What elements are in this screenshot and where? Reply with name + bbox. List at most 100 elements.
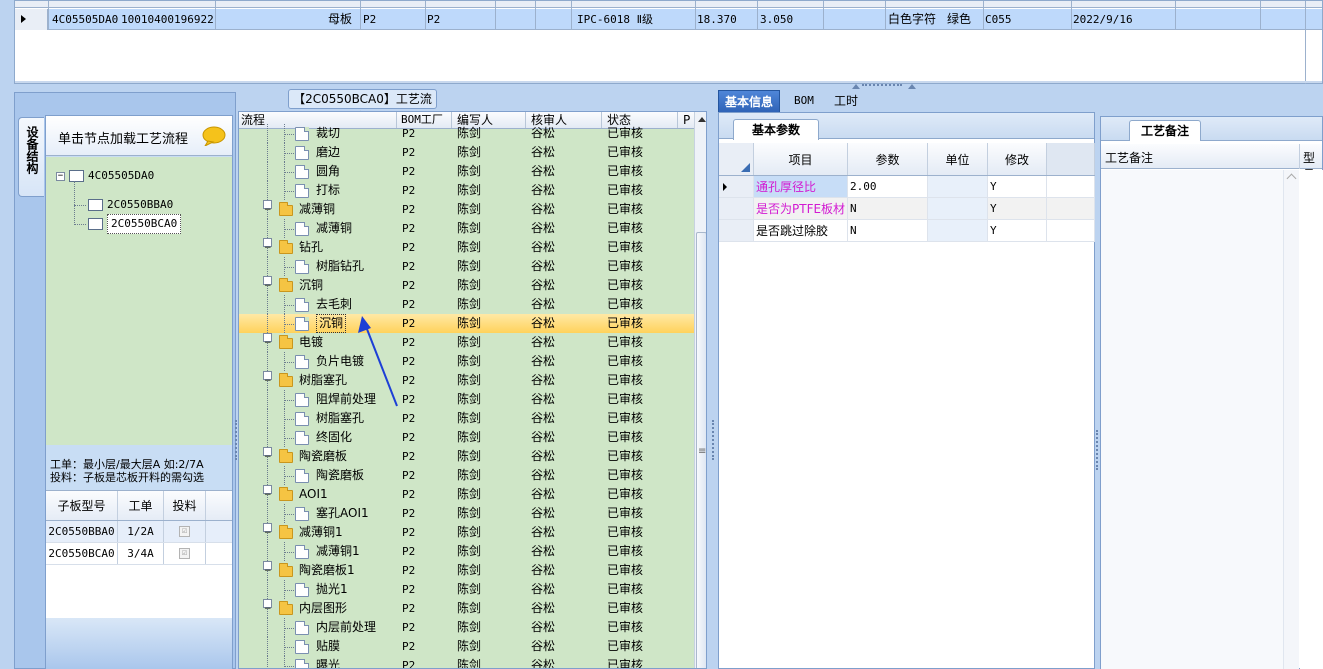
flow-row[interactable]: 内层前处理 P2 陈剑 谷松 已审核 — [239, 618, 694, 637]
flow-row[interactable]: 阻焊前处理 P2 陈剑 谷松 已审核 — [239, 390, 694, 409]
flow-row[interactable]: 沉铜 P2 陈剑 谷松 已审核 — [239, 314, 694, 333]
cell-edit[interactable]: Y — [988, 220, 1047, 241]
collapse-icon[interactable]: − — [263, 447, 272, 462]
flow-row[interactable]: 裁切 P2 陈剑 谷松 已审核 — [239, 124, 694, 143]
table-row[interactable]: 通孔厚径比 2.00 Y — [719, 176, 1095, 198]
flow-row[interactable]: − 树脂塞孔 P2 陈剑 谷松 已审核 — [239, 371, 694, 390]
tree-node-child[interactable]: 2C0550BBA0 — [88, 196, 173, 214]
flow-row[interactable]: − 陶瓷磨板1 P2 陈剑 谷松 已审核 — [239, 561, 694, 580]
cell-value[interactable]: N — [848, 220, 928, 241]
vertical-scrollbar[interactable] — [1283, 170, 1299, 669]
tab-process-remark[interactable]: 工艺备注 — [1129, 120, 1201, 141]
row-indicator[interactable] — [719, 220, 754, 241]
table-row[interactable]: 4C05505DA0 10010400196922 母板 P2 P2 IPC-6… — [15, 9, 1322, 30]
flow-row[interactable]: 终固化 P2 陈剑 谷松 已审核 — [239, 428, 694, 447]
column-header-remark[interactable]: 工艺备注 — [1105, 149, 1153, 166]
tab-basic-info[interactable]: 基本信息 — [718, 90, 781, 112]
flow-row[interactable]: − 减薄铜1 P2 陈剑 谷松 已审核 — [239, 523, 694, 542]
flow-row[interactable]: − 陶瓷磨板 P2 陈剑 谷松 已审核 — [239, 447, 694, 466]
cell-value[interactable]: 2.00 — [848, 176, 928, 197]
cell-edit[interactable]: Y — [988, 176, 1047, 197]
flow-row[interactable]: 减薄铜1 P2 陈剑 谷松 已审核 — [239, 542, 694, 561]
column-header[interactable]: 投料 — [164, 491, 206, 520]
column-header[interactable]: 参数 — [848, 143, 928, 175]
cell-unit[interactable] — [928, 220, 988, 241]
column-header[interactable]: 修改 — [988, 143, 1047, 175]
table-row[interactable]: 2C0550BBA0 1/2A ☑ — [46, 521, 232, 543]
splitter-arrow-icon[interactable] — [852, 84, 860, 89]
splitter-grip[interactable] — [712, 420, 715, 460]
tree-node-root[interactable]: − 4C05505DA0 — [56, 167, 154, 185]
collapse-icon[interactable]: − — [263, 523, 272, 538]
scrollbar-thumb[interactable] — [696, 232, 706, 668]
collapse-icon[interactable]: − — [56, 171, 65, 181]
cell-unit[interactable] — [928, 176, 988, 197]
cell-edit[interactable]: Y — [988, 198, 1047, 219]
flow-row[interactable]: 磨边 P2 陈剑 谷松 已审核 — [239, 143, 694, 162]
table-row[interactable]: 2C0550BCA0 3/4A ☑ — [46, 543, 232, 565]
flow-author: 陈剑 — [457, 335, 482, 349]
cell-value[interactable]: N — [848, 198, 928, 219]
row-indicator[interactable] — [719, 176, 754, 197]
column-header[interactable]: 单位 — [928, 143, 988, 175]
column-header[interactable]: 项目 — [754, 143, 848, 175]
column-divider — [360, 1, 361, 30]
collapse-icon[interactable]: − — [263, 485, 272, 500]
flow-row[interactable]: − 钻孔 P2 陈剑 谷松 已审核 — [239, 238, 694, 257]
flow-row[interactable]: 去毛刺 P2 陈剑 谷松 已审核 — [239, 295, 694, 314]
flow-row[interactable]: 曝光 P2 陈剑 谷松 已审核 — [239, 656, 694, 668]
flow-row[interactable]: 打标 P2 陈剑 谷松 已审核 — [239, 181, 694, 200]
collapse-icon[interactable]: − — [263, 276, 272, 291]
flow-reviewer: 谷松 — [531, 145, 556, 159]
row-indicator[interactable] — [15, 9, 48, 30]
cell-order[interactable]: 3/4A — [118, 543, 164, 564]
flow-step-name: 贴膜 — [316, 639, 341, 653]
tree-node-child-selected[interactable]: 2C0550BCA0 — [88, 214, 182, 234]
flow-row[interactable]: − 内层图形 P2 陈剑 谷松 已审核 — [239, 599, 694, 618]
scroll-up-icon[interactable] — [1286, 173, 1297, 184]
tab-basic-params[interactable]: 基本参数 — [733, 119, 819, 140]
flow-row[interactable]: 陶瓷磨板 P2 陈剑 谷松 已审核 — [239, 466, 694, 485]
collapse-icon[interactable]: − — [263, 333, 272, 348]
flow-row[interactable]: 圆角 P2 陈剑 谷松 已审核 — [239, 162, 694, 181]
scroll-up-icon[interactable] — [698, 117, 706, 122]
remark-body[interactable] — [1101, 170, 1299, 669]
collapse-icon[interactable]: − — [263, 599, 272, 614]
column-header[interactable]: 工单 — [118, 491, 164, 520]
cell-unit[interactable] — [928, 198, 988, 219]
collapse-icon[interactable]: − — [263, 371, 272, 386]
vertical-scrollbar[interactable] — [694, 112, 706, 668]
collapse-icon[interactable]: − — [263, 200, 272, 215]
flow-row[interactable]: 塞孔AOI1 P2 陈剑 谷松 已审核 — [239, 504, 694, 523]
table-row[interactable]: 是否跳过除胶 N Y — [719, 220, 1095, 242]
flow-step-name: 沉铜 — [299, 278, 324, 292]
row-indicator[interactable] — [719, 198, 754, 219]
flow-row[interactable]: − 沉铜 P2 陈剑 谷松 已审核 — [239, 276, 694, 295]
flow-author: 陈剑 — [457, 430, 482, 444]
flow-row[interactable]: − 电镀 P2 陈剑 谷松 已审核 — [239, 333, 694, 352]
horizontal-splitter[interactable] — [0, 84, 1323, 92]
splitter-arrow-icon[interactable] — [908, 84, 916, 89]
tab-bom[interactable]: BOM — [788, 90, 820, 112]
feed-checkbox[interactable]: ☑ — [179, 548, 190, 559]
flow-row[interactable]: 减薄铜 P2 陈剑 谷松 已审核 — [239, 219, 694, 238]
collapse-icon[interactable]: − — [263, 561, 272, 576]
table-row[interactable]: 是否为PTFE板材 N Y — [719, 198, 1095, 220]
collapse-icon[interactable]: − — [263, 238, 272, 253]
flow-row[interactable]: − 减薄铜 P2 陈剑 谷松 已审核 — [239, 200, 694, 219]
flow-row[interactable]: 树脂钻孔 P2 陈剑 谷松 已审核 — [239, 257, 694, 276]
flow-row[interactable]: − AOI1 P2 陈剑 谷松 已审核 — [239, 485, 694, 504]
column-header[interactable]: 子板型号 — [46, 491, 118, 520]
flow-reviewer: 谷松 — [531, 240, 556, 254]
feed-checkbox[interactable]: ☑ — [179, 526, 190, 537]
flow-row[interactable]: 负片电镀 P2 陈剑 谷松 已审核 — [239, 352, 694, 371]
flow-row[interactable]: 树脂塞孔 P2 陈剑 谷松 已审核 — [239, 409, 694, 428]
tab-hours[interactable]: 工时 — [828, 90, 864, 112]
splitter-grip[interactable] — [1096, 430, 1099, 470]
splitter-grip[interactable] — [862, 84, 902, 88]
cell-order[interactable]: 1/2A — [118, 521, 164, 542]
flow-row[interactable]: 抛光1 P2 陈剑 谷松 已审核 — [239, 580, 694, 599]
top-cell: 白色字符 — [888, 12, 937, 26]
side-tab-device-structure[interactable]: 设备结构 — [18, 117, 44, 197]
flow-row[interactable]: 贴膜 P2 陈剑 谷松 已审核 — [239, 637, 694, 656]
